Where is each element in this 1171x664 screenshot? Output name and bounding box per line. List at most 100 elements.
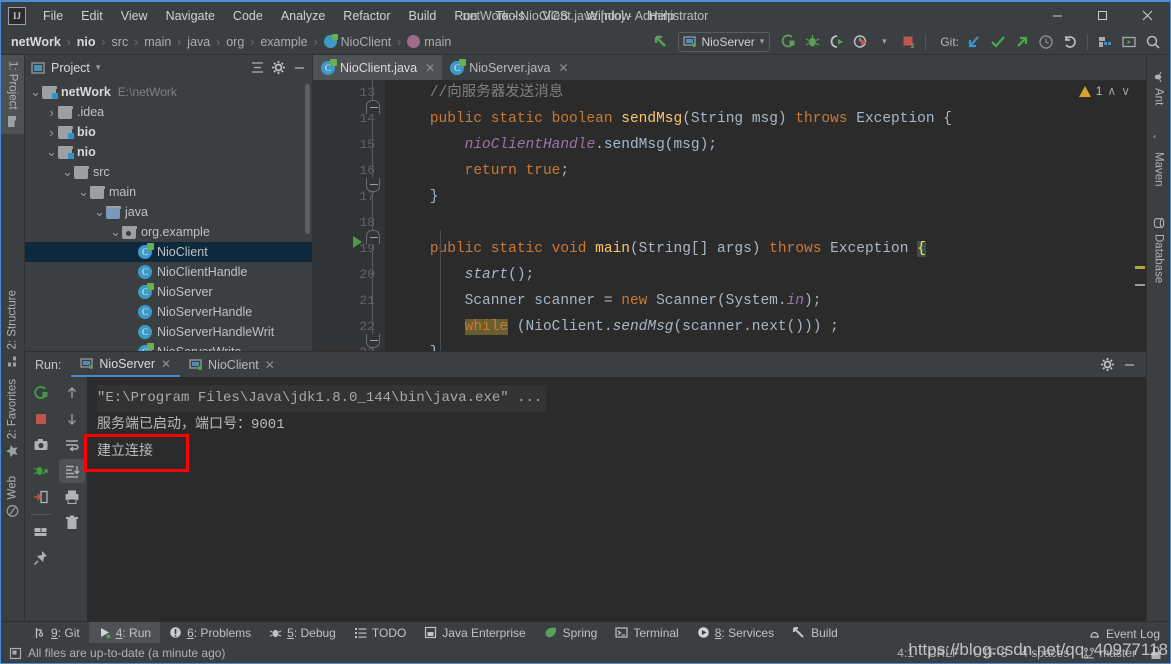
caret-position[interactable]: 4:1 [897, 646, 914, 660]
menu-item-file[interactable]: File [34, 6, 72, 26]
previous-problem-icon[interactable]: ∧ [1107, 84, 1116, 98]
back-arrow-icon[interactable] [649, 31, 671, 52]
tool-stripe-database[interactable]: Database [1147, 211, 1170, 289]
chevron-down-icon[interactable]: ▾ [96, 62, 101, 73]
code-editor[interactable]: 1314151617181920212223 //向服务器发送消息 public… [313, 80, 1146, 351]
code-line[interactable]: public static boolean sendMsg(String msg… [395, 106, 1132, 132]
minimize-icon[interactable] [290, 59, 308, 77]
git-branch-widget[interactable]: master [1083, 646, 1136, 660]
code-line[interactable]: //向服务器发送消息 [395, 80, 1132, 106]
chevron-down-icon[interactable]: ▾ [760, 36, 765, 47]
breadcrumb-item-main[interactable]: main [405, 34, 453, 50]
event-log-widget[interactable]: Event Log [1088, 627, 1160, 641]
tool-stripe-2-structure[interactable]: 2: Structure [1, 284, 24, 373]
tree-node-nioserverhandle[interactable]: C NioServerHandle [25, 302, 312, 322]
close-button[interactable] [1125, 2, 1170, 29]
search-button[interactable] [1142, 31, 1164, 52]
menu-item-help[interactable]: Help [640, 6, 684, 26]
indent-setting[interactable]: 4 spaces [1021, 646, 1069, 660]
tree-node-java[interactable]: ⌄ java [25, 202, 312, 222]
menu-item-window[interactable]: Window [577, 6, 639, 26]
dump-threads-icon[interactable] [28, 459, 54, 483]
tool-stripe-2-favorites[interactable]: 2: Favorites [1, 373, 24, 464]
tree-node-org-example[interactable]: ⌄ org.example [25, 222, 312, 242]
tree-node-nioserver[interactable]: C NioServer [25, 282, 312, 302]
tool-button-9-git[interactable]: 9: Git [25, 622, 89, 644]
tree-node-network[interactable]: ⌄ netWork E:\netWork [25, 82, 312, 102]
chevron-down-icon[interactable]: ⌄ [93, 205, 106, 218]
close-icon[interactable]: ✕ [558, 61, 568, 75]
inspection-widget[interactable]: 1 ∧ ∨ [1078, 84, 1130, 98]
collapse-all-icon[interactable] [248, 59, 266, 77]
chevron-right-icon[interactable]: › [45, 125, 58, 140]
fold-marker[interactable] [366, 178, 380, 192]
code-line[interactable]: } [395, 340, 1132, 351]
chevron-down-icon[interactable]: ⌄ [61, 165, 74, 178]
tool-button-6-problems[interactable]: 6: Problems [160, 622, 260, 644]
editor-gutter[interactable]: 1314151617181920212223 [313, 80, 385, 351]
scroll-to-end-icon[interactable] [58, 459, 85, 483]
code-content[interactable]: //向服务器发送消息 public static boolean sendMsg… [385, 80, 1132, 351]
git-commit-button[interactable] [987, 31, 1009, 52]
exit-icon[interactable] [28, 485, 54, 509]
run-with-coverage-button[interactable] [825, 31, 847, 52]
chevron-down-icon[interactable]: ▾ [873, 31, 895, 52]
next-problem-icon[interactable]: ∨ [1121, 84, 1130, 98]
chevron-down-icon[interactable]: ⌄ [45, 145, 58, 158]
fold-marker[interactable] [366, 334, 380, 348]
chevron-down-icon[interactable]: ⌄ [109, 225, 122, 238]
debug-button[interactable] [801, 31, 823, 52]
tool-button-terminal[interactable]: Terminal [606, 622, 687, 644]
pin-icon[interactable] [28, 546, 54, 570]
breadcrumb-item-nioclient[interactable]: NioClient [322, 33, 394, 50]
settings-button[interactable] [1094, 31, 1116, 52]
breadcrumb-item-nio[interactable]: nio [75, 34, 98, 50]
code-line[interactable]: start(); [395, 262, 1132, 288]
run-button[interactable] [777, 31, 799, 52]
git-rollback-button[interactable] [1059, 31, 1081, 52]
encoding[interactable]: UTF-8 [973, 646, 1007, 660]
minimize-button[interactable] [1035, 2, 1080, 29]
breadcrumb-item-example[interactable]: example [258, 34, 309, 50]
minimize-icon[interactable] [1120, 356, 1138, 374]
run-gutter-icon[interactable] [353, 236, 365, 249]
fold-marker[interactable] [366, 230, 380, 244]
menu-item-edit[interactable]: Edit [72, 6, 112, 26]
layout-icon[interactable] [28, 520, 54, 544]
line-separator[interactable]: CRLF [928, 646, 959, 660]
code-line[interactable]: } [395, 184, 1132, 210]
tree-node-nioserverhandlewrit[interactable]: C NioServerHandleWrit [25, 322, 312, 342]
rerun-icon[interactable] [28, 381, 54, 405]
close-icon[interactable]: ✕ [265, 358, 275, 372]
tree-node-src[interactable]: ⌄ src [25, 162, 312, 182]
tree-node--idea[interactable]: › .idea [25, 102, 312, 122]
tool-button-build[interactable]: Build [783, 622, 847, 644]
breadcrumb-item-java[interactable]: java [185, 34, 212, 50]
screenshot-icon[interactable] [28, 433, 54, 457]
code-line[interactable]: public static void main(String[] args) t… [395, 236, 1132, 262]
profiler-button[interactable] [849, 31, 871, 52]
tool-stripe-web[interactable]: Web [1, 470, 24, 523]
breadcrumb-item-org[interactable]: org [224, 34, 246, 50]
run-configuration-selector[interactable]: NioServer ▾ [678, 31, 771, 52]
tool-button-5-debug[interactable]: 5: Debug [260, 622, 345, 644]
git-update-button[interactable] [963, 31, 985, 52]
breadcrumb-item-network[interactable]: netWork [9, 34, 63, 50]
menu-item-tools[interactable]: Tools [486, 6, 533, 26]
menu-item-run[interactable]: Run [445, 6, 486, 26]
tree-node-nioserverwrite[interactable]: CNioServerWrite [25, 342, 312, 351]
chevron-down-icon[interactable]: ⌄ [77, 185, 90, 198]
menu-item-analyze[interactable]: Analyze [272, 6, 334, 26]
chevron-right-icon[interactable]: › [45, 105, 58, 120]
git-push-button[interactable] [1011, 31, 1033, 52]
tool-button-8-services[interactable]: 8: Services [688, 622, 783, 644]
menu-item-vcs[interactable]: VCS [533, 6, 577, 26]
menu-item-view[interactable]: View [112, 6, 157, 26]
editor-marker-bar[interactable] [1132, 80, 1146, 351]
editor-tab-nioserver[interactable]: C NioServer.java ✕ [442, 55, 575, 80]
stop-button[interactable]: 2 [897, 31, 919, 52]
console-output[interactable]: "E:\Program Files\Java\jdk1.8.0_144\bin\… [84, 377, 1146, 621]
run-tab-nioserver[interactable]: NioServer ✕ [71, 352, 181, 377]
menu-item-navigate[interactable]: Navigate [157, 6, 224, 26]
soft-wrap-icon[interactable] [59, 433, 85, 457]
